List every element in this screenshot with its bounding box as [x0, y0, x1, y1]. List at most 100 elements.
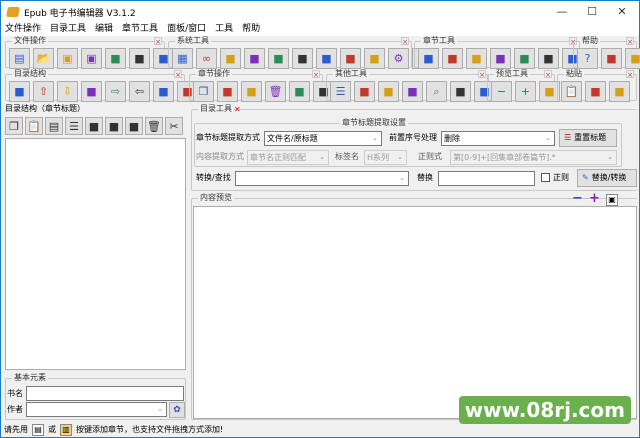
paste-icon[interactable]: 📋 [561, 81, 582, 102]
binoculars-icon[interactable]: ∞ [196, 48, 217, 69]
paste-icon[interactable]: 📋 [25, 117, 43, 135]
copy-icon[interactable]: ❐ [5, 117, 23, 135]
reset-title-button[interactable]: ☰ 重置标题 [559, 129, 617, 147]
paste-special-icon[interactable]: ■ [609, 81, 630, 102]
chapter-info-icon[interactable]: ■ [289, 81, 310, 102]
target-icon[interactable]: ■ [354, 81, 375, 102]
replace-button[interactable]: ✎ 替换/转换 [577, 169, 637, 187]
replace-icon[interactable]: ■ [378, 81, 399, 102]
delete-icon[interactable]: 🗑 [265, 81, 286, 102]
view-icon[interactable]: ■ [292, 48, 313, 69]
right-icon[interactable]: ■ [105, 117, 123, 135]
close-toolbar-icon[interactable]: × [312, 70, 320, 79]
minimize-button[interactable]: — [547, 1, 577, 23]
prefix-select[interactable]: 删除 ⌄ [441, 131, 555, 146]
menu-tools[interactable]: 工具 [215, 23, 233, 36]
content-mode-select[interactable]: 章节名正则匹配 ⌄ [247, 150, 329, 165]
paste-text-icon[interactable]: ■ [585, 81, 606, 102]
menu-help[interactable]: 帮助 [242, 23, 260, 36]
new-icon[interactable]: ▤ [45, 117, 63, 135]
import-icon[interactable]: ■ [129, 48, 150, 69]
close-toolbar-icon[interactable]: × [174, 70, 182, 79]
list-icon[interactable]: ☰ [330, 81, 351, 102]
split-icon[interactable]: ■ [442, 48, 463, 69]
zoom-out-icon[interactable]: − [572, 191, 583, 206]
close-toolbar-icon[interactable]: × [626, 37, 634, 46]
move-down-icon[interactable]: ⇩ [57, 81, 78, 102]
gear-icon[interactable]: ⚙ [388, 48, 409, 69]
menu-chapter[interactable]: 章节工具 [122, 23, 158, 36]
open-icon[interactable]: 📂 [33, 48, 54, 69]
fit-icon[interactable]: ▣ [606, 194, 618, 206]
menu-panel[interactable]: 面板/窗口 [167, 23, 206, 36]
outdent-icon[interactable]: ⇦ [129, 81, 150, 102]
feedback-icon[interactable]: ■ [625, 48, 640, 69]
content-preview-area[interactable] [193, 206, 637, 419]
status-prefix: 请先用 [4, 425, 28, 434]
close-toolbar-icon[interactable]: × [154, 37, 162, 46]
toc-tree[interactable] [5, 138, 186, 370]
basic-elements-title: 基本元素 [12, 373, 48, 383]
code-icon[interactable]: ■ [316, 48, 337, 69]
pdf-icon[interactable]: ▦ [172, 48, 193, 69]
tools-icon[interactable]: ✂ [165, 117, 183, 135]
tag-value: H系列 [367, 153, 390, 162]
new-page-icon[interactable]: ■ [241, 81, 262, 102]
chart-icon[interactable]: ■ [418, 48, 439, 69]
save-as-icon[interactable]: ▣ [81, 48, 102, 69]
author-lookup-icon[interactable]: ✿ [169, 402, 185, 418]
convert-icon[interactable]: ■ [220, 48, 241, 69]
find-select[interactable]: ⌄ [235, 171, 409, 186]
move-bottom-icon[interactable]: ■ [81, 81, 102, 102]
list-icon[interactable]: ☰ [65, 117, 83, 135]
move-top-icon[interactable]: ■ [9, 81, 30, 102]
copy-icon[interactable]: ❐ [193, 81, 214, 102]
search-icon[interactable]: ⌕ [426, 81, 447, 102]
toolbar-label: 章节操作 [196, 69, 232, 79]
layout-icon[interactable]: ■ [364, 48, 385, 69]
paste-folder-icon[interactable]: ■ [217, 81, 238, 102]
author-combo[interactable]: ⌄ [26, 402, 167, 417]
indent-more-icon[interactable]: ■ [450, 81, 471, 102]
preview-icon[interactable]: ■ [244, 48, 265, 69]
toolbar-file: 文件操作 × ▤ 📂 ▣ ▣ ■ ■ ■ [5, 36, 174, 69]
extract-mode-select[interactable]: 文件名/原标题 ⌄ [264, 131, 382, 146]
replace-button-label: 替换/转换 [591, 173, 627, 182]
table-icon[interactable]: ■ [514, 48, 535, 69]
zoom-out-icon[interactable]: − [491, 81, 512, 102]
close-toolbar-icon[interactable]: × [626, 70, 634, 79]
tag-select[interactable]: H系列 ⌄ [364, 150, 407, 165]
zoom-in-icon[interactable]: + [515, 81, 536, 102]
sort-icon[interactable]: ■ [490, 48, 511, 69]
save-icon[interactable]: ▣ [57, 48, 78, 69]
merge-icon[interactable]: ■ [466, 48, 487, 69]
book-name-input[interactable] [26, 386, 184, 401]
move-up-icon[interactable]: ⇧ [33, 81, 54, 102]
zoom-in-icon[interactable]: + [589, 191, 600, 206]
toc-gen-icon[interactable]: ■ [153, 81, 174, 102]
close-panel-icon[interactable]: ✕ [234, 105, 241, 114]
menu-file[interactable]: 文件操作 [5, 23, 41, 36]
menu-edit[interactable]: 编辑 [95, 23, 113, 36]
replace-input[interactable] [438, 171, 535, 186]
maximize-button[interactable]: ☐ [577, 1, 607, 23]
indent-icon[interactable]: ⇨ [105, 81, 126, 102]
bookmark-icon[interactable]: ■ [402, 81, 423, 102]
new-icon[interactable]: ▤ [9, 48, 30, 69]
book-info-icon[interactable]: ■ [105, 48, 126, 69]
menu-toc[interactable]: 目录工具 [50, 23, 86, 36]
about-icon[interactable]: ■ [601, 48, 622, 69]
left-icon[interactable]: ■ [125, 117, 143, 135]
close-toolbar-icon[interactable]: × [401, 37, 409, 46]
regex-checkbox[interactable] [541, 173, 550, 182]
close-toolbar-icon[interactable]: × [544, 70, 552, 79]
delete-icon[interactable]: 🗑 [145, 117, 163, 135]
window-icon[interactable]: ■ [340, 48, 361, 69]
align-icon[interactable]: ■ [538, 48, 559, 69]
move-icon[interactable]: ■ [85, 117, 103, 135]
help-icon[interactable]: ? [577, 48, 598, 69]
close-toolbar-icon[interactable]: × [478, 70, 486, 79]
link-icon[interactable]: ■ [268, 48, 289, 69]
regex-select[interactable]: 第[0-9]+[回集章部卷篇节].* ⌄ [450, 150, 617, 165]
close-button[interactable]: ✕ [607, 1, 637, 23]
